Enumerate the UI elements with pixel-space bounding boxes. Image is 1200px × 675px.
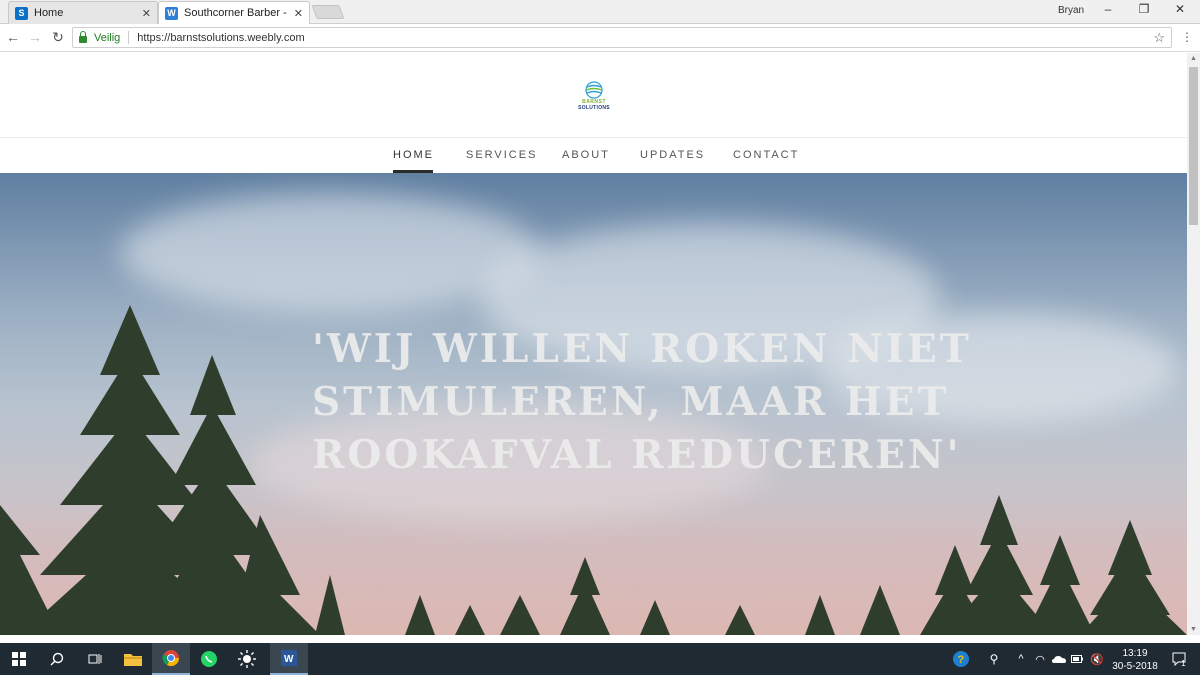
- lock-icon: [79, 30, 87, 43]
- web-page: BARNST SOLUTIONS HOME SERVICES ABOUT UPD…: [0, 53, 1187, 635]
- tab-title: Southcorner Barber - Hor: [184, 7, 290, 19]
- nav-services[interactable]: SERVICES: [466, 149, 537, 161]
- help-icon[interactable]: ?: [950, 643, 972, 675]
- battery-icon[interactable]: [1069, 643, 1085, 675]
- page-scrollbar[interactable]: ▲ ▼: [1187, 53, 1200, 635]
- security-label: Veilig: [94, 31, 121, 44]
- close-icon[interactable]: ✕: [142, 7, 151, 20]
- chevron-up-icon[interactable]: ^: [1013, 643, 1029, 675]
- tab-southcorner[interactable]: W Southcorner Barber - Hor ✕: [158, 1, 310, 24]
- sharepoint-icon: S: [15, 6, 28, 20]
- forward-icon[interactable]: →: [26, 29, 44, 45]
- site-navigation: HOME SERVICES ABOUT UPDATES CONTACT: [0, 138, 1187, 173]
- wifi-icon[interactable]: ◠: [1032, 643, 1048, 675]
- browser-tab-bar: S Home ✕ W Southcorner Barber - Hor ✕ Br…: [0, 0, 1200, 24]
- nav-updates[interactable]: UPDATES: [640, 149, 705, 161]
- menu-icon[interactable]: ⋮: [1181, 30, 1193, 44]
- scroll-up-icon[interactable]: ▲: [1190, 55, 1197, 62]
- brightness-icon[interactable]: [228, 643, 266, 675]
- word-icon[interactable]: W: [270, 643, 308, 675]
- address-bar[interactable]: Veilig https://barnstsolutions.weebly.co…: [72, 27, 1172, 48]
- nav-about[interactable]: ABOUT: [562, 149, 610, 161]
- hero-quote-line: STIMULEREN, MAAR HET: [312, 379, 950, 425]
- reload-icon[interactable]: ↻: [49, 29, 67, 46]
- bookmark-star-icon[interactable]: ☆: [1153, 30, 1165, 46]
- logo-globe-icon: [585, 81, 603, 99]
- site-header: BARNST SOLUTIONS: [0, 53, 1187, 138]
- chrome-icon[interactable]: [152, 643, 190, 675]
- hero-quote-line: ROOKAFVAL REDUCEREN': [312, 432, 962, 478]
- svg-text:?: ?: [958, 654, 965, 666]
- notification-count: 1: [1181, 658, 1186, 668]
- people-icon[interactable]: ⚲: [984, 643, 1004, 675]
- url-text[interactable]: https://barnstsolutions.weebly.com: [137, 32, 304, 44]
- nav-home[interactable]: HOME: [393, 149, 434, 161]
- nav-contact[interactable]: CONTACT: [733, 149, 799, 161]
- file-explorer-icon[interactable]: [114, 643, 152, 675]
- windows-taskbar: W ? ⚲ ^ ◠ 🔇 13:19 30-5-2018 1: [0, 643, 1200, 675]
- window-close-icon[interactable]: ✕: [1162, 2, 1198, 20]
- close-icon[interactable]: ✕: [294, 7, 303, 20]
- onedrive-icon[interactable]: [1050, 643, 1068, 675]
- maximize-icon[interactable]: ❐: [1126, 2, 1162, 20]
- site-logo[interactable]: BARNST SOLUTIONS: [572, 81, 616, 117]
- whatsapp-icon[interactable]: [190, 643, 228, 675]
- windows-start-icon[interactable]: [0, 643, 38, 675]
- tab-title: Home: [34, 7, 64, 19]
- hero-banner: 'WIJ WILLEN ROKEN NIET STIMULEREN, MAAR …: [0, 173, 1187, 635]
- search-icon[interactable]: [38, 643, 76, 675]
- scroll-thumb[interactable]: [1189, 67, 1198, 225]
- back-icon[interactable]: ←: [4, 29, 22, 45]
- hero-quote-line: 'WIJ WILLEN ROKEN NIET: [312, 326, 972, 372]
- notifications-icon[interactable]: 1: [1166, 643, 1192, 675]
- system-clock[interactable]: 13:19 30-5-2018: [1112, 647, 1158, 673]
- svg-text:W: W: [284, 654, 294, 665]
- clock-date: 30-5-2018: [1112, 661, 1158, 672]
- tab-home[interactable]: S Home ✕: [8, 1, 158, 24]
- clock-time: 13:19: [1122, 648, 1148, 659]
- scroll-down-icon[interactable]: ▼: [1190, 626, 1197, 633]
- profile-name[interactable]: Bryan: [1058, 5, 1084, 16]
- browser-toolbar: ← → ↻ Veilig https://barnstsolutions.wee…: [0, 24, 1200, 52]
- logo-text-bottom: SOLUTIONS: [578, 105, 610, 111]
- divider: [128, 31, 130, 44]
- hero-quote: 'WIJ WILLEN ROKEN NIET STIMULEREN, MAAR …: [312, 323, 972, 482]
- weebly-icon: W: [165, 6, 178, 20]
- volume-muted-icon[interactable]: 🔇: [1088, 643, 1106, 675]
- task-view-icon[interactable]: [76, 643, 114, 675]
- minimize-icon[interactable]: –: [1090, 2, 1126, 20]
- new-tab-button[interactable]: [311, 5, 345, 19]
